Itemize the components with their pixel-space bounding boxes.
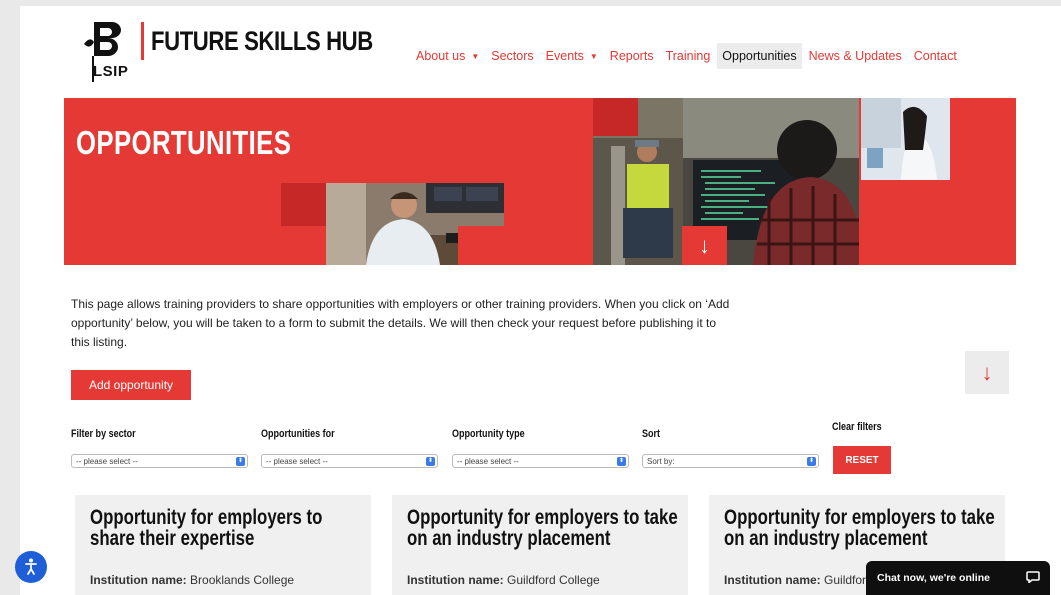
filter-for-label: Opportunities for (261, 428, 335, 440)
nav-opportunities[interactable]: Opportunities (717, 43, 802, 69)
nav-training[interactable]: Training (661, 43, 716, 69)
add-opportunity-button[interactable]: Add opportunity (71, 370, 191, 400)
select-value: -- please select -- (266, 456, 328, 466)
nav-label: Contact (913, 49, 957, 63)
clear-filters-label: Clear filters (832, 421, 882, 433)
site-title[interactable]: FUTURE SKILLS HUB (151, 26, 373, 57)
institution-label: Institution name: (407, 573, 504, 587)
select-arrows-icon: ⬍ (236, 457, 245, 466)
intro-text: This page allows training providers to s… (71, 297, 730, 349)
logo-divider (141, 22, 144, 60)
institution-value: Brooklands College (190, 573, 295, 587)
institution-label: Institution name: (90, 573, 187, 587)
hero-banner: OPPORTUNITIES ↓ (64, 98, 1016, 265)
filter-type-select[interactable]: -- please select -- ⬍ (452, 454, 629, 468)
hero-photo-lab (861, 98, 950, 180)
nav-label: Opportunities (722, 49, 797, 63)
filter-type-label: Opportunity type (452, 428, 525, 440)
accessibility-button[interactable] (15, 551, 47, 583)
filter-sector-select[interactable]: -- please select -- ⬍ (71, 454, 248, 468)
nav-label: Sectors (491, 49, 534, 63)
live-chat-widget[interactable]: Chat now, we're online (866, 561, 1050, 595)
card-institution: Institution name: Brooklands College (90, 573, 294, 587)
institution-label: Institution name: (724, 573, 821, 587)
decorative-square (281, 183, 326, 226)
arrow-down-icon: ↓ (699, 232, 710, 258)
nav-contact[interactable]: Contact (909, 43, 962, 69)
card-title[interactable]: Opportunity for employers to take on an … (407, 507, 679, 549)
dropdown-caret-icon: ▼ (589, 51, 598, 61)
nav-reports[interactable]: Reports (605, 43, 659, 69)
opportunity-card[interactable]: Opportunity for employers to share their… (75, 495, 371, 595)
nav-sectors[interactable]: Sectors (486, 43, 538, 69)
institution-value: Guildford College (507, 573, 600, 587)
nav-label: News & Updates (808, 49, 902, 63)
reset-filters-button[interactable]: RESET (833, 446, 891, 474)
select-arrows-icon: ⬍ (617, 457, 626, 466)
scroll-down-button[interactable]: ↓ (682, 226, 727, 265)
select-value: -- please select -- (457, 456, 519, 466)
accessibility-icon (25, 558, 37, 575)
arrow-down-icon: ↓ (981, 359, 993, 385)
dropdown-caret-icon: ▼ (471, 51, 480, 61)
decorative-square (458, 226, 504, 265)
card-title[interactable]: Opportunity for employers to share their… (90, 507, 362, 549)
page-title: OPPORTUNITIES (76, 124, 292, 161)
nav-label: Reports (609, 49, 654, 63)
filter-for-select[interactable]: -- please select -- ⬍ (261, 454, 438, 468)
nav-news-updates[interactable]: News & Updates (804, 43, 907, 69)
select-arrows-icon: ⬍ (426, 457, 435, 466)
nav-events[interactable]: Events ▼ (541, 43, 603, 69)
logo-sub-label: LSIP (93, 63, 129, 80)
sort-label: Sort (642, 428, 661, 440)
filter-sector-label: Filter by sector (71, 428, 136, 440)
card-title[interactable]: Opportunity for employers to take on an … (724, 507, 996, 549)
select-value: Sort by: (647, 456, 675, 466)
decorative-square (593, 98, 638, 136)
card-institution: Institution name: Guildford College (407, 573, 600, 587)
scroll-down-side-button[interactable]: ↓ (965, 351, 1009, 394)
nav-label: About us (416, 49, 466, 63)
select-value: -- please select -- (76, 456, 138, 466)
sort-select[interactable]: Sort by: ⬍ (642, 454, 819, 468)
main-nav: About us ▼ Sectors Events ▼ Reports Traini… (410, 43, 963, 69)
opportunity-card[interactable]: Opportunity for employers to take on an … (392, 495, 688, 595)
nav-label: Events (545, 49, 584, 63)
select-arrows-icon: ⬍ (807, 457, 816, 466)
page: LSIP FUTURE SKILLS HUB About us ▼ Sectors… (20, 6, 1061, 595)
chat-bubble-icon (1026, 571, 1040, 583)
nav-label: Training (665, 49, 711, 63)
chat-label: Chat now, we're online (877, 572, 990, 584)
nav-about-us[interactable]: About us ▼ (411, 43, 484, 69)
